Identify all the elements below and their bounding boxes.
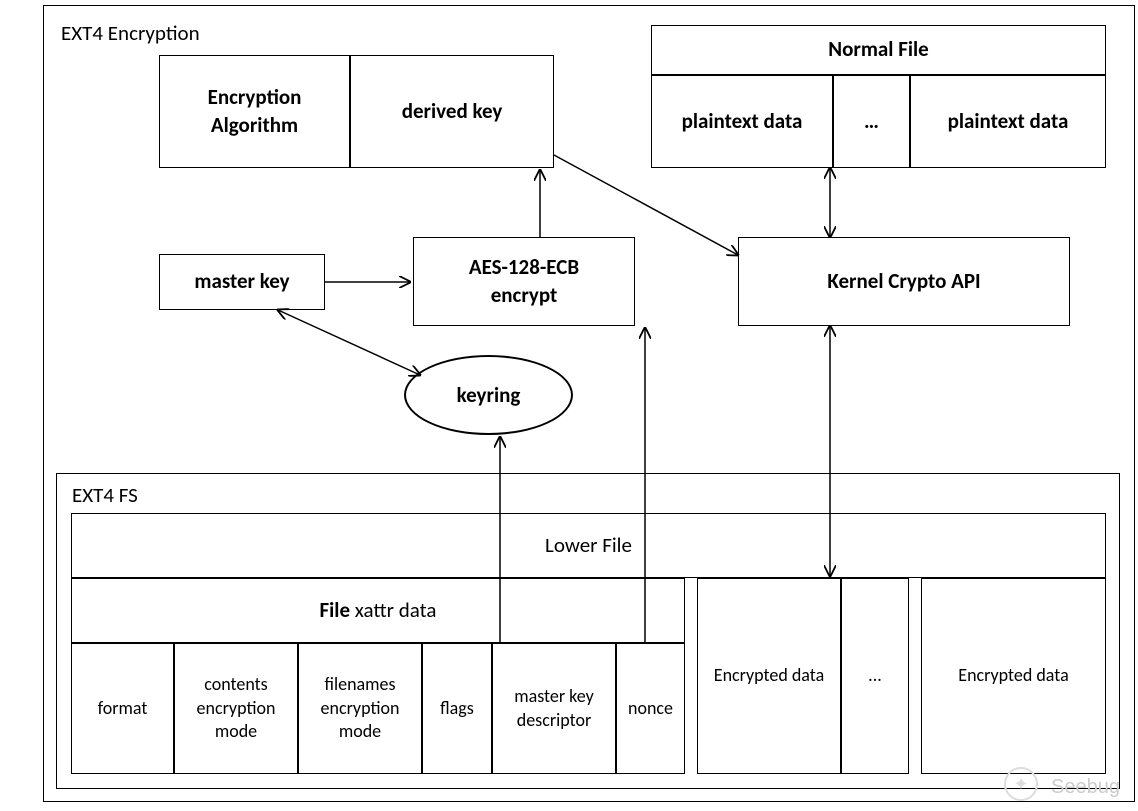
xattr-field-2: filenames encryption mode xyxy=(298,643,422,774)
xattr-field-4: master key descriptor xyxy=(492,643,616,774)
aes-line1: AES-128-ECB xyxy=(469,254,579,280)
watermark-text: Seebug xyxy=(1051,776,1120,799)
title-ext4-encryption: EXT4 Encryption xyxy=(61,20,200,46)
normal-file-header: Normal File xyxy=(651,25,1106,75)
xattr-field-3: flags xyxy=(422,643,492,774)
xattr-field-0: format xyxy=(71,643,174,774)
file-bold: File xyxy=(320,597,351,623)
xattr-field-1: contents encryption mode xyxy=(174,643,298,774)
encrypted-cell-2: Encrypted data xyxy=(921,578,1106,774)
title-ext4-fs: EXT4 FS xyxy=(72,482,138,508)
aes-line2: encrypt xyxy=(491,282,558,308)
master-key-box: master key xyxy=(159,254,325,310)
watermark-icon: ✦ xyxy=(1004,767,1038,801)
enc-alg-line2: Algorithm xyxy=(211,112,298,138)
encryption-algorithm-box: EncryptionAlgorithm xyxy=(159,55,350,168)
encrypted-cell-1: ... xyxy=(841,578,909,774)
derived-key-box: derived key xyxy=(350,55,554,168)
file-xattr-header: File xattr data xyxy=(71,578,685,643)
encrypted-cell-0: Encrypted data xyxy=(697,578,841,774)
kernel-crypto-box: Kernel Crypto API xyxy=(738,237,1070,326)
enc-alg-line1: Encryption xyxy=(208,84,302,110)
normal-file-cell-1: … xyxy=(833,75,910,168)
xattr-field-5: nonce xyxy=(616,643,685,774)
file-xattr-rest: xattr data xyxy=(350,597,436,623)
normal-file-cell-0: plaintext data xyxy=(651,75,833,168)
aes-box: AES-128-ECBencrypt xyxy=(413,237,635,326)
keyring-ellipse: keyring xyxy=(404,355,573,435)
normal-file-cell-2: plaintext data xyxy=(910,75,1106,168)
lower-file-header: Lower File xyxy=(71,513,1106,578)
